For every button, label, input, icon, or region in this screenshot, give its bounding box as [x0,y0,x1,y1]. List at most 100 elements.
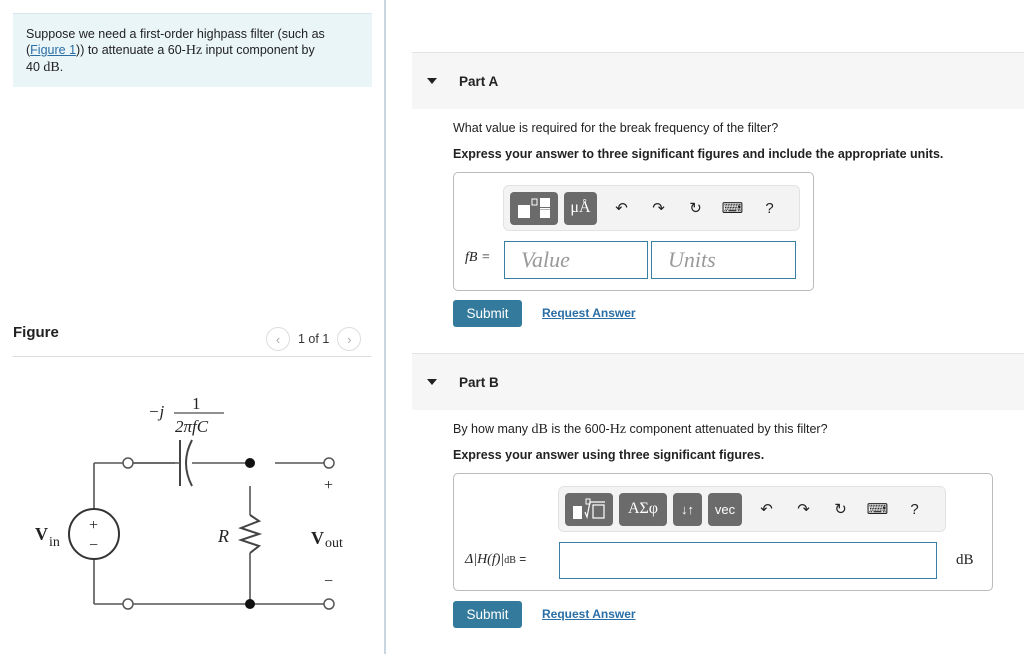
arrows-icon: ↓↑ [681,501,694,517]
node [245,458,255,468]
vout-label: V [311,528,324,548]
undo-button[interactable]: ↶ [748,493,785,526]
vin-subscript: in [49,535,60,550]
vout-minus: − [324,573,333,590]
next-figure-button[interactable]: › [337,327,362,351]
problem-statement: Suppose we need a first-order highpass f… [13,13,372,87]
node [245,599,255,609]
greek-symbols-button[interactable]: ΑΣφ [619,492,667,526]
problem-text: . [59,60,64,74]
part-b-label: Part B [459,374,499,390]
pager-text: 1 of 1 [298,332,330,346]
keyboard-icon: ⌨ [721,200,744,217]
part-b-toolbar: ΑΣφ ↓↑ vec ↶ ↷ ↻ ⌨ ? [558,486,946,532]
part-a-label: Part A [459,73,499,89]
chevron-left-icon: ‹ [275,331,281,347]
part-b-question: By how many dB is the 600-Hz component a… [453,422,828,438]
part-a-request-answer-link[interactable]: Request Answer [542,306,636,320]
unit-hz: Hz [185,43,203,58]
db-unit-label: dB [956,552,974,568]
terminal [122,457,134,469]
eq-main: Δ|H(f)| [465,552,505,567]
value-input[interactable] [504,241,648,279]
part-b-header[interactable]: Part B [412,353,1024,410]
templates-button[interactable] [565,492,613,526]
part-b-answer-box: ΑΣφ ↓↑ vec ↶ ↷ ↻ ⌨ ? Δ|H(f)|dB = dB [453,473,993,591]
impedance-prefix: −j [148,402,164,421]
source-plus: + [89,517,98,534]
greek-icon: ΑΣφ [627,500,659,517]
part-b-request-answer-link[interactable]: Request Answer [542,607,636,621]
chevron-right-icon: › [347,331,352,347]
part-a-submit-button[interactable]: Submit [453,300,522,327]
units-icon: μÅ [570,199,591,216]
figure-pager: ‹ 1 of 1 › [266,327,362,351]
help-button[interactable]: ? [896,493,933,526]
part-b-instruction: Express your answer using three signific… [453,448,765,462]
vector-button[interactable]: vec [708,492,742,526]
units-input[interactable] [651,241,796,279]
source-minus: − [89,537,98,554]
pane-divider[interactable] [384,0,386,654]
undo-icon: ↶ [615,200,628,217]
question-text: component attenuated by this filter? [626,422,828,436]
redo-icon: ↷ [797,501,810,518]
terminal [323,457,335,469]
redo-button[interactable]: ↷ [640,192,677,225]
resistor-label: R [217,526,229,546]
help-button[interactable]: ? [751,192,788,225]
part-a-answer-box: μÅ ↶ ↷ ↻ ⌨ ? fB = [453,172,814,291]
impedance-denominator: 2πfC [175,417,209,436]
reset-button[interactable]: ↻ [822,493,859,526]
fb-label: fB = [465,250,491,265]
delta-h-label: Δ|H(f)|dB = [465,552,526,568]
reset-icon: ↻ [834,501,847,518]
templates-icon [518,198,550,218]
impedance-numerator: 1 [192,394,201,413]
undo-button[interactable]: ↶ [603,192,640,225]
sub-superscript-button[interactable]: ↓↑ [673,492,702,526]
reset-button[interactable]: ↻ [677,192,714,225]
problem-text: 40 [26,60,44,74]
keyboard-button[interactable]: ⌨ [859,493,896,526]
help-icon: ? [765,199,774,217]
figure-title: Figure [13,324,59,341]
unit-hz: Hz [609,422,627,437]
vout-subscript: out [325,536,343,551]
terminal [122,598,134,610]
terminal [323,598,335,610]
prev-figure-button[interactable]: ‹ [266,327,290,351]
circuit-diagram: −j 1 2πfC + − V in R V out + − [35,394,343,610]
part-b-submit-button[interactable]: Submit [453,601,522,628]
eq-subscript: dB [504,555,516,566]
keyboard-icon: ⌨ [866,501,889,518]
templates-icon [573,498,605,520]
vec-icon: vec [714,501,736,517]
collapse-triangle-icon [427,78,437,84]
figure-link[interactable]: Figure 1 [30,43,76,57]
resistor-symbol [237,514,263,554]
redo-icon: ↷ [652,200,665,217]
keyboard-button[interactable]: ⌨ [714,192,751,225]
problem-text: )) to attenuate a 60- [76,43,186,57]
units-button[interactable]: μÅ [564,191,597,225]
part-a-toolbar: μÅ ↶ ↷ ↻ ⌨ ? [503,185,800,231]
problem-text: input component by [202,43,315,57]
left-pane: Suppose we need a first-order highpass f… [0,0,385,654]
vout-plus: + [324,477,333,494]
vin-label: V [35,524,48,544]
eq-equals: = [515,552,527,566]
unit-db: dB [43,60,60,75]
templates-button[interactable] [510,191,558,225]
part-a-header[interactable]: Part A [412,52,1024,109]
part-a-instruction: Express your answer to three significant… [453,147,944,161]
unit-db: dB [531,422,548,437]
question-text: By how many [453,422,532,436]
help-icon: ? [910,500,919,518]
redo-button[interactable]: ↷ [785,493,822,526]
undo-icon: ↶ [760,501,773,518]
question-text: is the 600- [547,422,610,436]
delta-h-input[interactable] [559,542,937,579]
figure-divider [13,356,371,357]
collapse-triangle-icon [427,379,437,385]
